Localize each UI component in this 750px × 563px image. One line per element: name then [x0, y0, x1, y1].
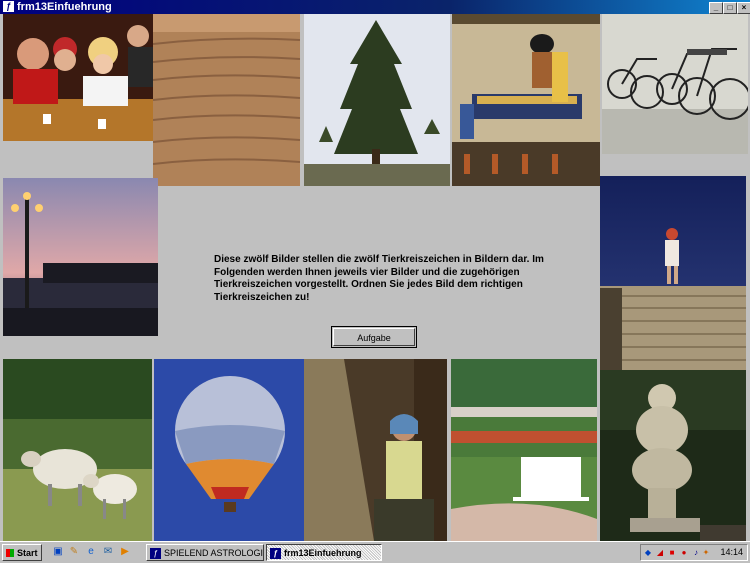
- photo-raked-sand-field[interactable]: [153, 14, 300, 186]
- taskbar: Start ▣ ✎ e ✉ ▶ ƒ SPIELEND ASTROLOGIE ..…: [0, 541, 750, 563]
- aufgabe-button[interactable]: Aufgabe: [331, 326, 417, 348]
- instruction-text: Diese zwölf Bilder stellen die zwölf Tie…: [214, 254, 544, 303]
- task-spielend-astrologie[interactable]: ƒ SPIELEND ASTROLOGIE ...: [146, 544, 264, 561]
- photo-fir-tree[interactable]: [304, 14, 450, 186]
- maximize-button[interactable]: □: [723, 2, 737, 14]
- photo-lantern-harbor[interactable]: [3, 178, 158, 336]
- aufgabe-button-label: Aufgabe: [333, 328, 415, 346]
- photo-garden-bench[interactable]: [451, 359, 597, 541]
- photo-egyptian-mural[interactable]: [452, 14, 600, 186]
- photo-sheep[interactable]: [3, 359, 152, 541]
- tray-network-icon[interactable]: ◆: [643, 548, 653, 558]
- media-player-icon[interactable]: ▶: [119, 546, 131, 558]
- tray-app-icon[interactable]: ■: [667, 548, 677, 558]
- photo-hot-air-balloon[interactable]: [154, 359, 304, 541]
- windows-logo-icon: [6, 549, 14, 557]
- minimize-button[interactable]: _: [709, 2, 723, 14]
- photo-bicycles[interactable]: [602, 14, 748, 154]
- window-title: frm13Einfuehrung: [17, 1, 112, 13]
- app-task-icon: ƒ: [270, 548, 281, 559]
- task-frm13einfuehrung[interactable]: ƒ frm13Einfuehrung: [266, 544, 382, 561]
- app-task-icon: ƒ: [150, 548, 161, 559]
- photo-woman-on-stairs[interactable]: [600, 176, 746, 370]
- tray-speaker-icon[interactable]: ♪: [691, 548, 701, 558]
- photo-stone-venus-statue[interactable]: [600, 370, 746, 541]
- window-titlebar[interactable]: ƒ frm13Einfuehrung _ □ ×: [0, 0, 750, 14]
- photo-woman-at-mill[interactable]: [304, 359, 447, 541]
- internet-explorer-icon[interactable]: e: [85, 546, 97, 558]
- start-label: Start: [17, 548, 38, 558]
- notepad-icon[interactable]: ✎: [68, 546, 80, 558]
- tray-misc-icon[interactable]: ✦: [701, 548, 711, 558]
- form-client-area: Diese zwölf Bilder stellen die zwölf Tie…: [0, 14, 750, 541]
- start-button[interactable]: Start: [2, 544, 42, 561]
- desktop-icon[interactable]: ▣: [52, 546, 64, 558]
- system-tray: ◆ ◢ ■ ● ♪ ✦ 14:14: [640, 544, 748, 561]
- clock: 14:14: [720, 547, 743, 557]
- app-icon: ƒ: [3, 1, 14, 12]
- tray-volume-icon[interactable]: ◢: [655, 548, 665, 558]
- task-label: SPIELEND ASTROLOGIE ...: [164, 548, 264, 558]
- outlook-icon[interactable]: ✉: [102, 546, 114, 558]
- close-button[interactable]: ×: [737, 2, 750, 14]
- photo-people-playing-cards[interactable]: [3, 14, 153, 141]
- task-label: frm13Einfuehrung: [284, 548, 362, 558]
- tray-antivirus-icon[interactable]: ●: [679, 548, 689, 558]
